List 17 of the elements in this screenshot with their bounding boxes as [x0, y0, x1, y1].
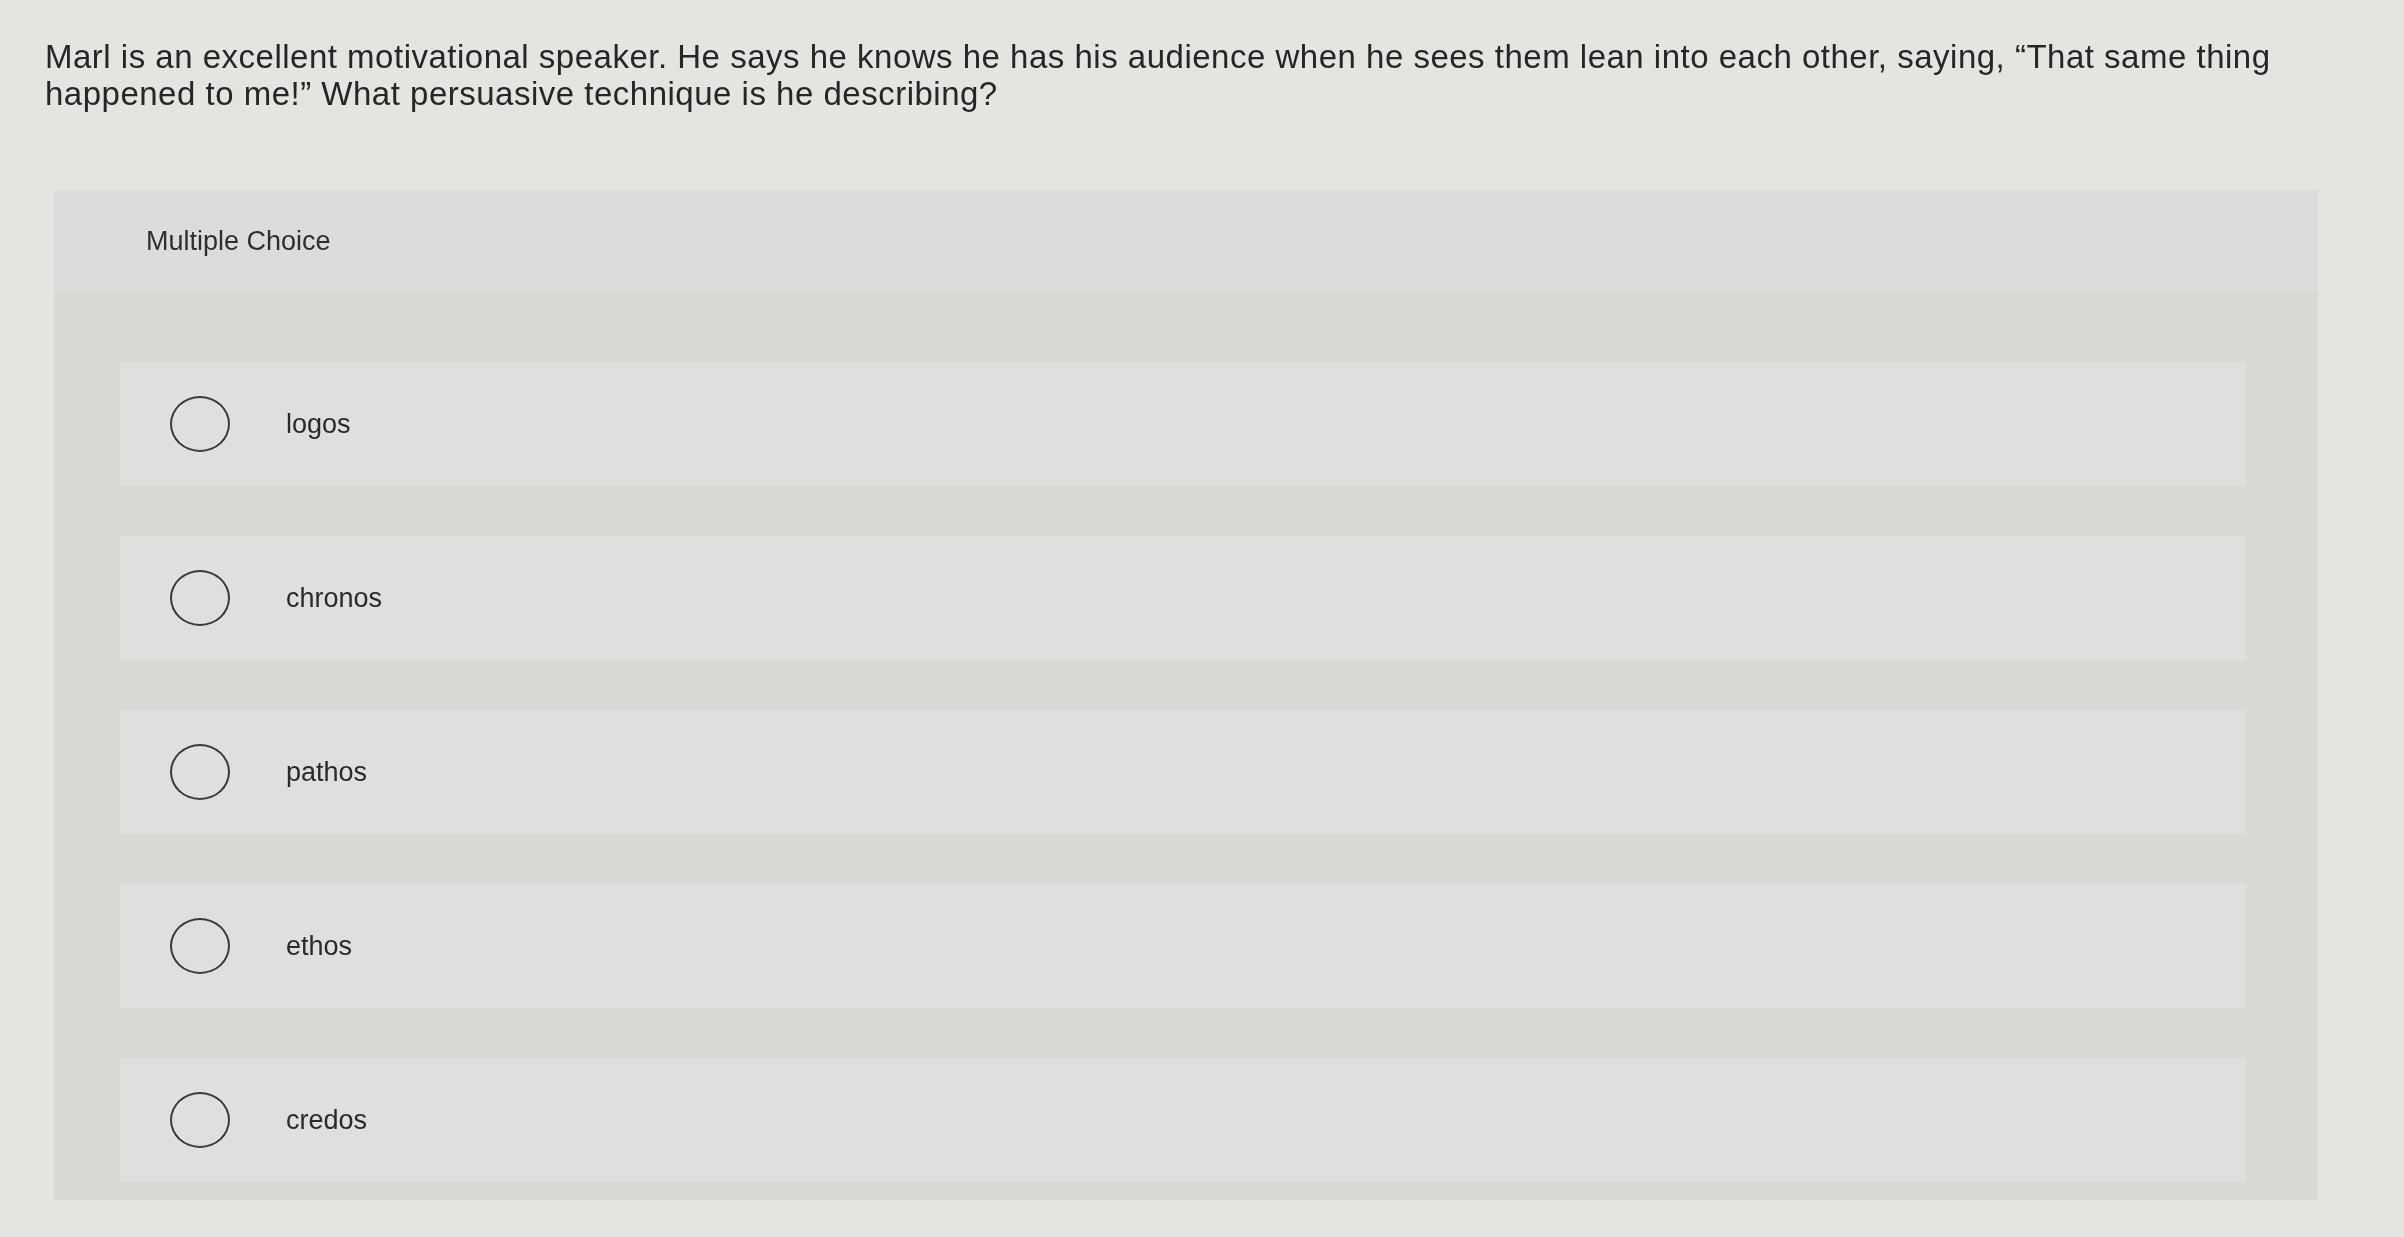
answer-option[interactable]: pathos	[120, 710, 2246, 834]
answer-option[interactable]: logos	[120, 362, 2246, 486]
option-label: chronos	[286, 581, 383, 615]
question-type-label: Multiple Choice	[146, 225, 331, 259]
radio-button[interactable]	[170, 744, 230, 800]
option-label: credos	[286, 1103, 368, 1137]
option-label: logos	[286, 407, 351, 441]
radio-button[interactable]	[170, 570, 230, 626]
answer-option[interactable]: ethos	[120, 884, 2246, 1008]
option-label: pathos	[286, 755, 368, 789]
radio-button[interactable]	[170, 1092, 230, 1148]
option-label: ethos	[286, 929, 353, 963]
radio-button[interactable]	[170, 918, 230, 974]
radio-button[interactable]	[170, 396, 230, 452]
answer-option[interactable]: credos	[120, 1058, 2246, 1182]
question-text: Marl is an excellent motivational speaker. He says he knows he has his audience when he sees them lean into each other, saying, “That same thing happened to me!” What persuasive technique is he describing?	[45, 38, 2272, 112]
answer-option[interactable]: chronos	[120, 536, 2246, 660]
